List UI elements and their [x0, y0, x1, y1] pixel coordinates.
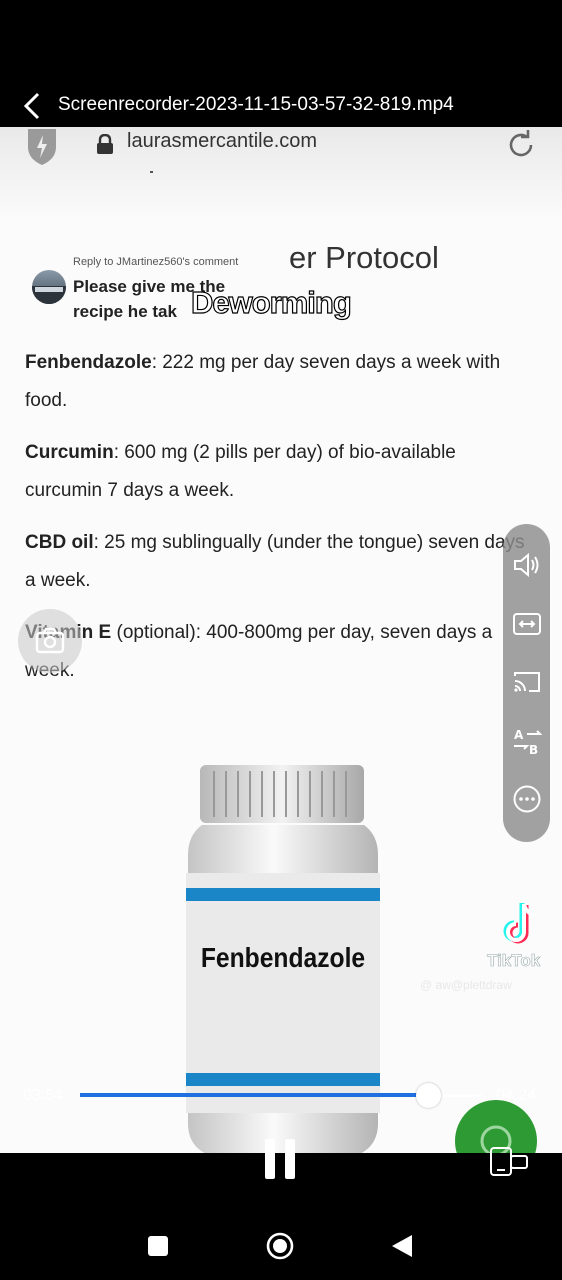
aspect-ratio-icon[interactable]	[511, 608, 543, 640]
svg-text:B: B	[529, 743, 538, 757]
nav-recents-button[interactable]	[148, 1236, 168, 1256]
paragraph-fenbendazole: Fenbendazole: 222 mg per day seven days …	[25, 344, 525, 420]
rotate-icon	[490, 1147, 528, 1176]
paragraph-cbd-oil: CBD oil: 25 mg sublingually (under the t…	[25, 524, 525, 600]
rotate-screen-button[interactable]	[489, 1147, 529, 1177]
reload-icon	[505, 129, 537, 161]
progress-fill	[80, 1093, 428, 1097]
pause-button[interactable]	[263, 1139, 299, 1179]
paragraph-label: Fenbendazole	[25, 352, 152, 373]
overlay-caption: Deworming	[190, 284, 352, 320]
progress-thumb[interactable]	[416, 1083, 441, 1108]
svg-text:A: A	[514, 728, 524, 742]
more-icon[interactable]	[511, 783, 543, 815]
volume-icon[interactable]	[511, 549, 543, 581]
paragraph-text: : 25 mg sublingually (under the tongue) …	[25, 532, 525, 591]
translate-icon[interactable]: AB	[511, 725, 543, 757]
browser-url: laurasmercantile.com	[127, 130, 318, 152]
paragraph-curcumin: Curcumin: 600 mg (2 pills per day) of bi…	[25, 434, 525, 510]
shield-icon	[26, 129, 58, 165]
pause-icon	[265, 1139, 295, 1179]
video-frame[interactable]: laurasmercantile.com er Protocol Reply t…	[0, 127, 562, 1153]
nav-back-button[interactable]	[390, 1233, 414, 1259]
home-icon	[266, 1232, 294, 1260]
article-heading: er Protocol	[289, 240, 439, 275]
avatar	[32, 270, 66, 304]
paragraph-label: CBD oil	[25, 532, 94, 553]
total-time: 04:24	[496, 1087, 537, 1104]
video-filename: Screenrecorder-2023-11-15-03-57-32-819.m…	[58, 94, 454, 115]
page-dot	[150, 171, 153, 173]
paragraph-vitamin-e: Vitamin E (optional): 400-800mg per day,…	[25, 614, 525, 690]
current-time: 03:54	[23, 1087, 64, 1104]
tiktok-logo-icon	[500, 902, 542, 948]
tiktok-username: @ aw@plettdraw	[420, 978, 512, 992]
back-triangle-icon	[392, 1235, 412, 1257]
lock-icon	[96, 133, 114, 154]
screenshot-button[interactable]	[18, 609, 82, 673]
bottle-label: Fenbendazole	[200, 942, 366, 973]
nav-home-button[interactable]	[266, 1232, 294, 1260]
paragraph-label: Curcumin	[25, 442, 114, 463]
back-arrow-icon[interactable]	[18, 90, 48, 122]
camera-icon	[35, 627, 65, 654]
reply-meta: Reply to JMartinez560's comment	[73, 256, 239, 268]
cast-icon[interactable]	[511, 666, 543, 698]
tiktok-watermark: TikTok	[487, 951, 541, 971]
side-tool-panel: AB	[503, 524, 550, 842]
